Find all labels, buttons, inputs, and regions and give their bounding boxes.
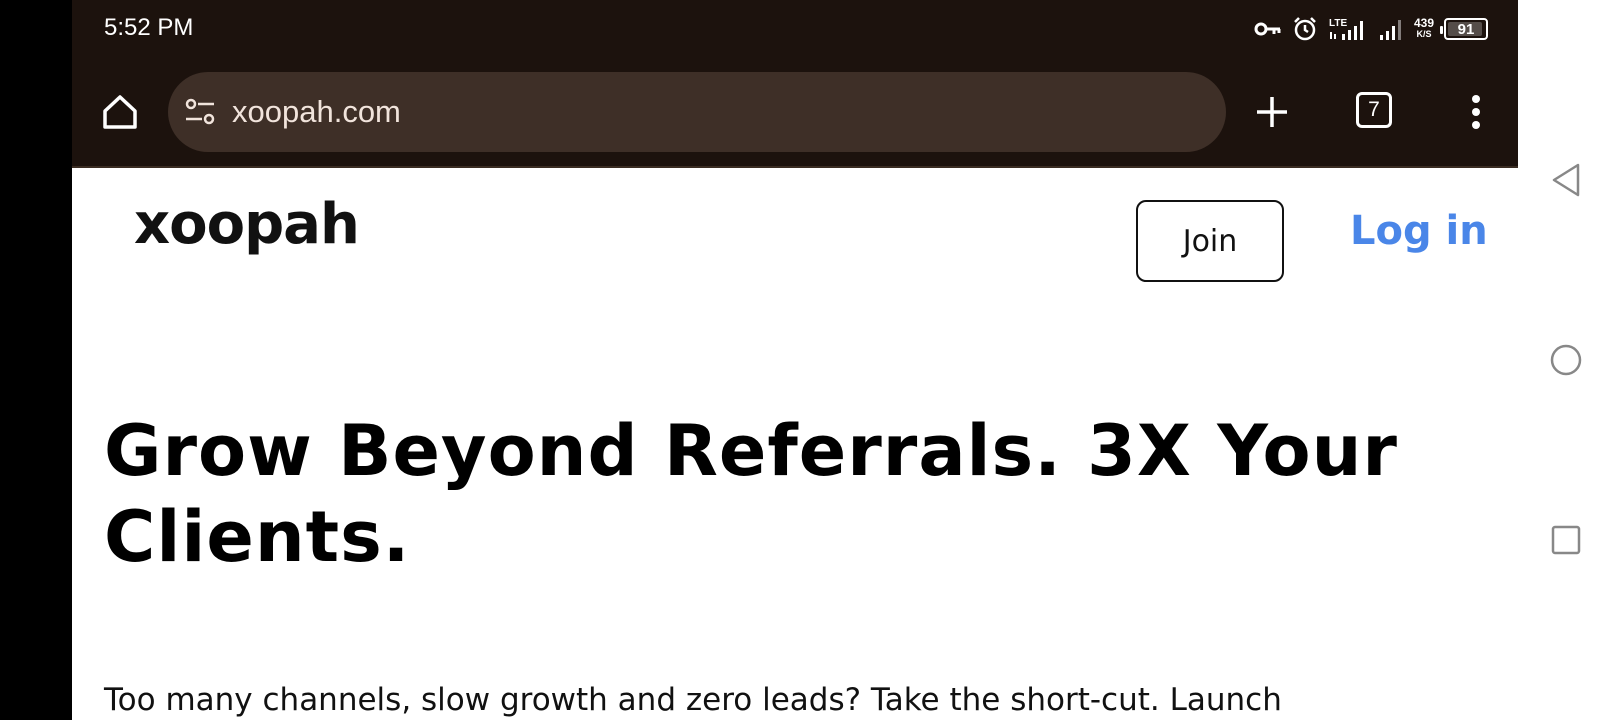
browser-toolbar: xoopah.com 7: [72, 58, 1518, 168]
tab-switcher-button[interactable]: 7: [1356, 92, 1392, 128]
status-time: 5:52 PM: [104, 14, 194, 41]
more-vert-icon: [1472, 95, 1480, 129]
system-home-button[interactable]: [1548, 342, 1584, 378]
battery-icon: 91: [1440, 18, 1488, 40]
home-icon: [103, 95, 137, 129]
back-icon: [1552, 163, 1580, 197]
url-text: xoopah.com: [232, 94, 401, 129]
left-gutter: [0, 0, 72, 720]
hero-title: Grow Beyond Referrals. 3X Your Clients.: [104, 410, 1398, 578]
site-header: xoopah Join Log in: [72, 170, 1518, 310]
battery-level: 91: [1457, 20, 1475, 38]
plus-icon: [1257, 97, 1287, 127]
back-button[interactable]: [1548, 162, 1584, 198]
login-link[interactable]: Log in: [1350, 208, 1488, 254]
address-bar[interactable]: xoopah.com: [168, 72, 1226, 152]
site-logo[interactable]: xoopah: [134, 192, 360, 257]
network-speed-unit: K/S: [1416, 29, 1432, 39]
signal-icon: [1379, 20, 1401, 40]
svg-text:LTE: LTE: [1329, 18, 1347, 29]
home-button[interactable]: [96, 88, 144, 136]
home-circle-icon: [1550, 344, 1582, 376]
new-tab-button[interactable]: [1248, 88, 1296, 136]
join-button[interactable]: Join: [1136, 200, 1284, 282]
alarm-icon: [1294, 17, 1316, 41]
recents-icon: [1551, 525, 1581, 555]
site-settings-icon[interactable]: [182, 94, 218, 130]
recents-button[interactable]: [1548, 522, 1584, 558]
lte-signal-icon: LTE: [1329, 18, 1363, 40]
tab-count: 7: [1368, 98, 1380, 121]
vpn-key-icon: [1254, 22, 1281, 36]
menu-button[interactable]: [1456, 88, 1496, 136]
status-icons: LTE 439 K/S 91: [1254, 12, 1488, 46]
phone-screen: 5:52 PM LTE 439 K/S 91 xoopah.com 7 xoop…: [72, 0, 1518, 720]
network-speed-value: 439: [1413, 16, 1434, 30]
hero-body: Too many channels, slow growth and zero …: [104, 682, 1282, 718]
status-bar: 5:52 PM LTE 439 K/S 91: [72, 0, 1518, 58]
network-speed: 439 K/S: [1413, 16, 1434, 40]
